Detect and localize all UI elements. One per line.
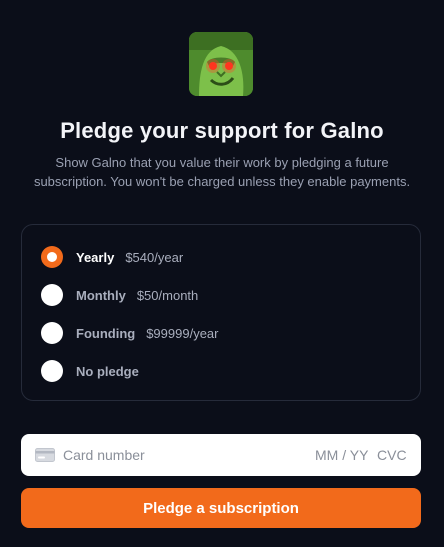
card-input-group <box>21 434 421 476</box>
plan-name: Founding <box>76 325 136 341</box>
plan-price: $540/year <box>125 249 184 265</box>
card-cvc-input[interactable] <box>377 447 407 463</box>
plan-option-no-pledge[interactable]: No pledge <box>41 359 139 383</box>
plan-option-founding[interactable]: Founding $99999/year <box>41 321 218 345</box>
pledge-subscription-button[interactable]: Pledge a subscription <box>21 488 421 528</box>
plan-price: $50/month <box>136 287 199 303</box>
credit-card-icon <box>35 448 55 462</box>
plan-options: Yearly $540/year Monthly $50/month Found… <box>21 224 421 401</box>
plan-name: Yearly <box>76 249 115 265</box>
plan-name: No pledge <box>76 363 139 379</box>
page-title: Pledge your support for Galno <box>60 118 384 143</box>
pledge-page: Pledge your support for Galno Show Galno… <box>0 0 444 547</box>
radio-yearly[interactable] <box>41 246 63 268</box>
plan-name: Monthly <box>76 287 126 303</box>
plan-price: $99999/year <box>146 325 219 341</box>
radio-founding[interactable] <box>41 322 63 344</box>
radio-monthly[interactable] <box>41 284 63 306</box>
plan-option-monthly[interactable]: Monthly $50/month <box>41 283 198 307</box>
creator-avatar <box>189 32 253 96</box>
card-number-input[interactable] <box>63 447 283 463</box>
page-subtitle: Show Galno that you value their work by … <box>33 155 411 189</box>
plan-option-yearly[interactable]: Yearly $540/year <box>41 245 183 269</box>
card-expiry-input[interactable] <box>315 447 373 463</box>
radio-no-pledge[interactable] <box>41 360 63 382</box>
